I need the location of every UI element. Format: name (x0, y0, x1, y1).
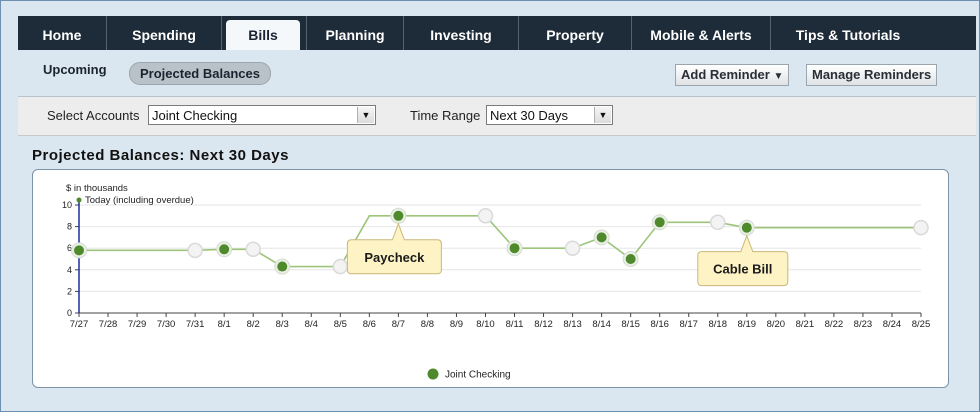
tab-planning[interactable]: Planning (306, 16, 404, 50)
manage-reminders-button[interactable]: Manage Reminders (806, 64, 938, 86)
tab-tips-tutorials[interactable]: Tips & Tutorials (771, 16, 925, 50)
legend-label: Joint Checking (445, 370, 511, 381)
x-tick-label: 8/9 (450, 319, 463, 330)
legend-swatch (427, 368, 439, 380)
x-tick-label: 8/1 (218, 319, 231, 330)
select-accounts-label: Select Accounts (47, 108, 140, 123)
y-tick-label: 8 (67, 222, 72, 232)
x-tick-label: 8/20 (767, 319, 786, 330)
y-tick-label: 0 (67, 308, 72, 318)
x-tick-label: 8/23 (854, 319, 873, 330)
data-point-hollow[interactable] (477, 208, 494, 224)
x-tick-label: 8/7 (392, 319, 405, 330)
x-tick-label: 8/2 (247, 319, 260, 330)
filter-bar: Select Accounts Joint Checking ▼ Time Ra… (18, 97, 976, 136)
x-tick-label: 8/12 (534, 319, 553, 330)
add-reminder-label: Add Reminder (681, 67, 770, 82)
data-point-hollow[interactable] (913, 219, 929, 236)
x-tick-label: 8/16 (650, 319, 669, 330)
x-tick-label: 8/17 (679, 319, 698, 330)
callout-box (697, 234, 789, 287)
today-dot (76, 197, 82, 203)
x-tick-label: 7/30 (157, 319, 176, 330)
data-point-hollow[interactable] (332, 258, 349, 275)
accounts-select[interactable]: Joint Checking ▼ (148, 105, 376, 125)
x-tick-label: 8/14 (592, 319, 611, 330)
y-tick-label: 10 (62, 200, 72, 210)
add-reminder-button[interactable]: Add Reminder ▼ (675, 64, 790, 86)
subtab-upcoming[interactable]: Upcoming (43, 62, 107, 77)
x-tick-label: 8/19 (738, 319, 757, 330)
y-axis-label: $ in thousands (66, 183, 128, 194)
data-point-hollow[interactable] (187, 242, 203, 259)
data-point-hollow[interactable] (564, 240, 581, 256)
main-nav: Home Spending Bills Planning Investing P… (18, 16, 976, 50)
tab-home[interactable]: Home (18, 16, 107, 50)
data-point[interactable] (277, 261, 288, 272)
accounts-select-value: Joint Checking (152, 108, 238, 123)
panel-title: Projected Balances: Next 30 Days (32, 147, 289, 164)
callout-box (346, 222, 442, 275)
data-point[interactable] (219, 244, 230, 255)
data-point[interactable] (741, 222, 752, 233)
x-tick-label: 7/29 (128, 319, 147, 330)
projected-panel: Select Accounts Joint Checking ▼ Time Ra… (18, 96, 976, 409)
x-tick-label: 8/18 (709, 319, 728, 330)
x-tick-label: 8/6 (363, 319, 376, 330)
time-range-label: Time Range (410, 108, 481, 123)
x-tick-label: 7/27 (70, 319, 89, 330)
data-point[interactable] (654, 217, 665, 228)
x-tick-label: 8/8 (421, 319, 434, 330)
x-tick-label: 8/25 (912, 319, 931, 330)
data-point-hollow[interactable] (245, 241, 261, 258)
tab-mobile-alerts[interactable]: Mobile & Alerts (632, 16, 771, 50)
tab-bills[interactable]: Bills (226, 20, 300, 50)
data-point[interactable] (625, 254, 636, 264)
y-tick-label: 2 (67, 286, 72, 296)
projected-balance-chart: 02468107/27 7/28 7/29 7/30 7/31 8/1 8/2 8/3 8/4 8… (62, 183, 931, 381)
tab-investing[interactable]: Investing (404, 16, 519, 50)
x-tick-label: 8/13 (563, 319, 582, 330)
data-point[interactable] (74, 245, 84, 256)
dropdown-arrow-icon: ▼ (594, 107, 611, 123)
today-label: Today (including overdue) (85, 195, 194, 206)
x-tick-label: 8/21 (796, 319, 815, 330)
time-range-select-value: Next 30 Days (490, 108, 569, 123)
time-range-select[interactable]: Next 30 Days ▼ (486, 105, 613, 125)
x-tick-label: 8/22 (825, 319, 844, 330)
tab-property[interactable]: Property (519, 16, 632, 50)
data-point[interactable] (393, 210, 404, 221)
data-point[interactable] (596, 232, 607, 243)
data-point[interactable] (509, 243, 520, 254)
x-tick-label: 8/3 (276, 319, 289, 330)
dropdown-triangle-icon: ▼ (773, 71, 784, 82)
chart-container: 0 2 4 6 8 10 7/27 7/28 7/29 7/30 7/31 8/1 8/2 8/3 8/4 8… (32, 169, 949, 388)
x-tick-label: 8/24 (883, 319, 902, 330)
sub-nav: Upcoming Projected Balances Add Reminder… (18, 58, 976, 92)
subtab-projected-balances[interactable]: Projected Balances (129, 62, 271, 85)
tab-spending[interactable]: Spending (107, 16, 222, 50)
x-tick-label: 7/28 (99, 319, 118, 330)
x-tick-label: 7/31 (186, 319, 205, 330)
y-tick-label: 4 (67, 265, 72, 275)
x-tick-label: 8/10 (476, 319, 495, 330)
series-line (79, 214, 921, 268)
x-tick-label: 8/11 (506, 319, 524, 330)
x-tick-label: 8/5 (334, 319, 347, 330)
callout-label: Cable Bill (713, 262, 772, 277)
data-point-hollow[interactable] (710, 214, 726, 231)
dropdown-arrow-icon: ▼ (357, 107, 374, 123)
x-tick-label: 8/15 (621, 319, 640, 330)
callout-label: Paycheck (364, 250, 425, 265)
x-tick-label: 8/4 (305, 319, 318, 330)
